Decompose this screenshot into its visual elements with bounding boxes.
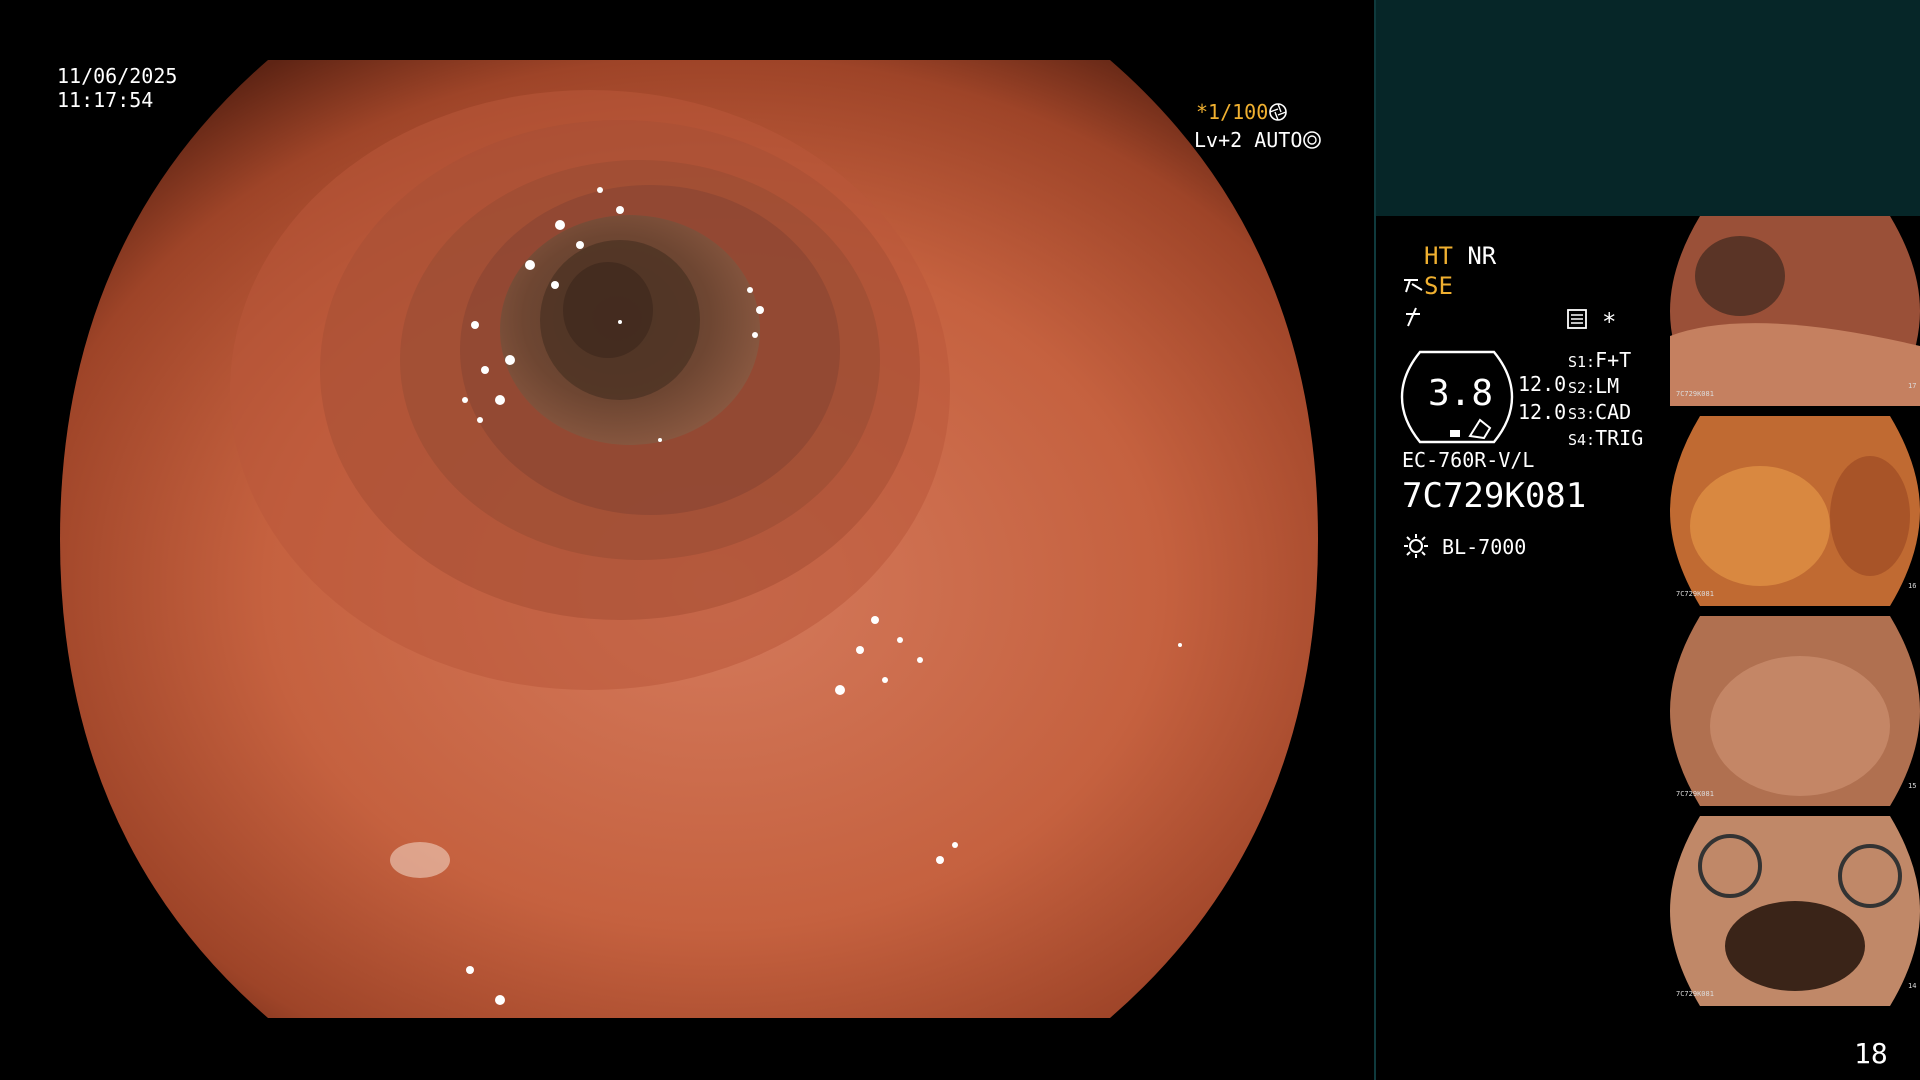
exposure-level: Lv+2 <box>1194 128 1243 152</box>
light-source-label: BL-7000 <box>1442 535 1527 559</box>
thumbnail[interactable]: 7C729K081 17 <box>1670 216 1920 406</box>
ht-label: HT <box>1424 242 1453 270</box>
switch-list: S1:F+T S2:LM S3:CAD S4:TRIG <box>1568 348 1643 452</box>
value-bottom: 12.0 <box>1518 400 1567 424</box>
image-count: 18 <box>1854 1037 1888 1070</box>
ht-nr-row: HT NR <box>1424 242 1496 270</box>
zoom-value: 3.8 <box>1428 373 1494 414</box>
structure-enhance-icon <box>1404 279 1423 293</box>
thumbnail[interactable]: 7C729K081 16 <box>1670 416 1920 606</box>
switch-row: S1:F+T <box>1568 348 1632 372</box>
right-panel-header <box>1374 0 1920 216</box>
settings-panel: HT NR SE * 3.8 12.0 12.0 S1:F+T S2:LM S3… <box>1374 216 1672 1080</box>
exam-time: 11:17:54 <box>57 88 154 112</box>
exposure-readout: Lv+2 AUTO <box>1194 128 1322 152</box>
value-top: 12.0 <box>1518 372 1567 396</box>
nr-label: NR <box>1467 242 1497 270</box>
exposure-mode: AUTO <box>1254 128 1303 152</box>
light-source-icon <box>1404 534 1428 558</box>
endoscope-main-view <box>60 60 1318 1018</box>
memo-icon <box>1566 308 1588 334</box>
thumbnail[interactable]: 7C729K081 15 <box>1670 616 1920 806</box>
scope-serial: 7C729K081 <box>1402 476 1587 516</box>
thumbnail-strip: 7C729K081 17 7C729K081 16 7C729K081 15 7… <box>1670 216 1920 1016</box>
switch-row: S2:LM <box>1568 374 1620 398</box>
se-row: SE <box>1402 272 1453 300</box>
iris-icon <box>1303 131 1322 149</box>
shutter-readout: *1/100 <box>1196 100 1288 124</box>
shutter-speed: *1/100 <box>1196 100 1269 124</box>
exam-date: 11/06/2025 <box>57 64 178 88</box>
switch-row: S3:CAD <box>1568 400 1632 424</box>
thumbnail[interactable]: 7C729K081 14 <box>1670 816 1920 1006</box>
scope-model: EC-760R-V/L <box>1402 448 1535 472</box>
switch-row: S4:TRIG <box>1568 426 1644 450</box>
se-label: SE <box>1424 272 1453 300</box>
aperture-icon <box>1269 103 1288 121</box>
color-enhance-icon <box>1402 306 1424 332</box>
asterisk-mark: * <box>1602 308 1617 336</box>
light-source-row: BL-7000 <box>1402 532 1526 560</box>
